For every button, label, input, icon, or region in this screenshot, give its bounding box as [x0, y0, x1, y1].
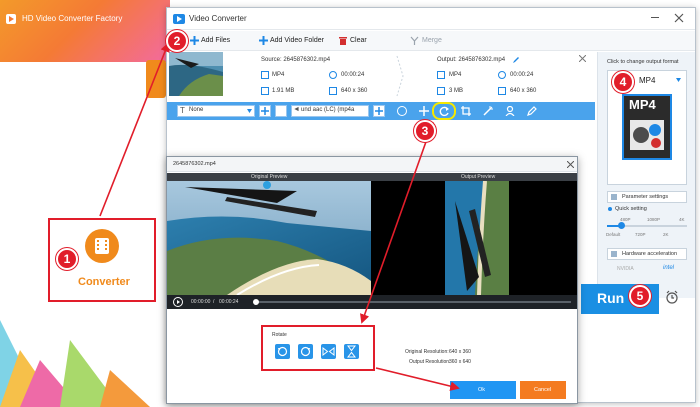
step-badge-5: 5: [629, 285, 651, 307]
step-badge-4: 4: [612, 71, 634, 93]
arrow-rotate-icon-to-controls: [360, 121, 434, 324]
step-badge-3: 3: [414, 120, 436, 142]
step-badge-1: 1: [56, 248, 78, 270]
annotation-arrows: [99, 42, 460, 391]
arrow-converter-to-add-files: [99, 42, 170, 217]
step-badge-2: 2: [166, 30, 188, 52]
arrow-to-ok-button: [375, 367, 460, 391]
